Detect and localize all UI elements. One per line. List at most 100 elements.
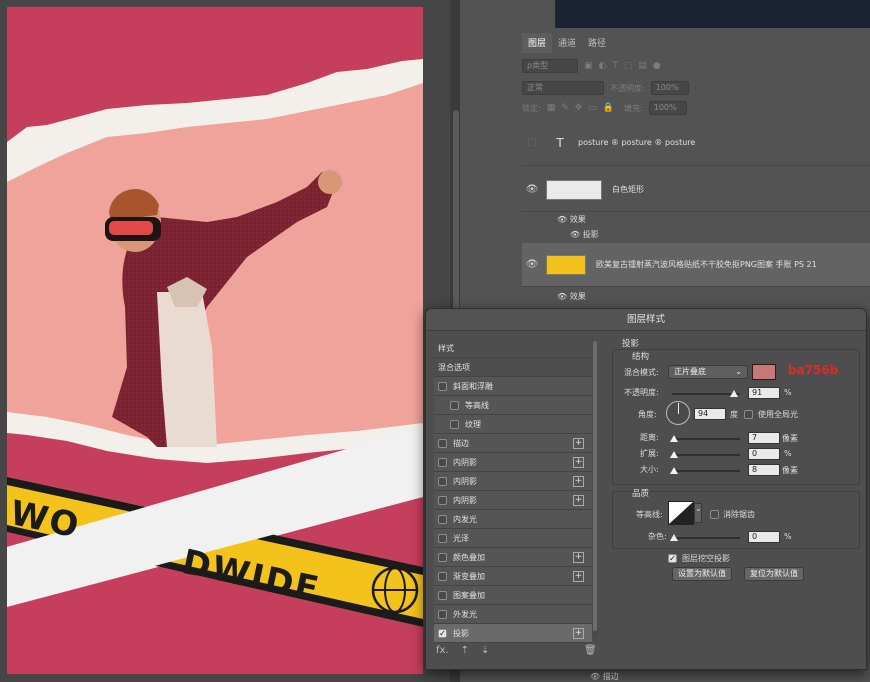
layer-row-text[interactable]: □ T posture ® posture ® posture [522,120,870,166]
style-item[interactable]: 渐变叠加 + [434,567,592,586]
style-checkbox[interactable] [438,609,447,619]
spread-input[interactable]: 0 [748,448,780,460]
add-style-icon[interactable]: + [573,476,584,487]
eye-icon[interactable]: 👁 [522,259,542,270]
style-item[interactable]: 混合选项 [434,358,592,377]
shadow-color-swatch[interactable] [752,364,776,380]
style-checkbox[interactable] [438,571,447,581]
filter-adjust-icon[interactable]: ◐ [599,61,607,71]
style-item[interactable]: 光泽 [434,529,592,548]
layer-opacity-input[interactable]: 100% [650,81,689,95]
style-item[interactable]: 内阴影 + [434,472,592,491]
tab-channels[interactable]: 通道 [552,33,582,53]
reset-default-button[interactable]: 复位为默认值 [744,567,804,581]
style-checkbox[interactable]: ✓ [438,628,447,638]
scrollbar-thumb[interactable] [593,341,597,631]
blend-mode-select[interactable]: 正片叠底 ⌄ [668,365,748,379]
style-item[interactable]: 样式 [434,339,592,358]
spread-slider[interactable] [672,454,740,456]
style-checkbox[interactable] [438,552,447,562]
style-item[interactable]: 内阴影 + [434,453,592,472]
add-style-icon[interactable]: + [573,438,584,449]
layer-fill-input[interactable]: 100% [648,101,687,115]
add-style-icon[interactable]: + [573,552,584,563]
move-down-icon[interactable]: ⇣ [481,645,489,656]
trash-icon[interactable]: 🗑 [584,645,597,656]
eye-icon[interactable]: 👁 [570,230,580,239]
style-item[interactable]: 斜面和浮雕 [434,377,592,396]
opacity-slider-knob[interactable] [729,390,738,397]
lock-all-icon[interactable]: 🔒 [603,103,614,113]
style-checkbox[interactable] [438,590,447,600]
add-style-icon[interactable]: + [573,457,584,468]
distance-slider[interactable] [672,438,740,440]
style-checkbox[interactable] [438,476,447,486]
filter-type-icon[interactable]: T [612,61,618,71]
move-up-icon[interactable]: ⇡ [461,645,469,656]
tab-layers[interactable]: 图层 [522,33,553,53]
lock-transparent-icon[interactable]: ▦ [547,103,556,113]
style-item[interactable]: 纹理 [434,415,592,434]
opacity-input[interactable]: 91 [748,387,780,399]
style-item[interactable]: ✓ 投影 + [434,624,592,643]
lock-move-icon[interactable]: ✥ [575,103,583,113]
filter-toggle-icon[interactable]: ● [653,61,661,71]
style-item[interactable]: 外发光 [434,605,592,624]
noise-input[interactable]: 0 [748,531,780,543]
style-item[interactable]: 描边 + [434,434,592,453]
scrollbar-thumb[interactable] [453,110,459,310]
style-checkbox[interactable] [438,381,447,391]
add-style-icon[interactable]: + [573,571,584,582]
distance-slider-knob[interactable] [670,435,678,442]
filter-smart-icon[interactable]: ▤ [638,61,647,71]
size-input[interactable]: 8 [748,464,780,476]
fx-icon[interactable]: fx. [436,645,449,656]
set-default-button[interactable]: 设置为默认值 [672,567,732,581]
filter-pixel-icon[interactable]: ▣ [584,61,593,71]
lock-brush-icon[interactable]: ✎ [561,103,569,113]
layer-filter-select[interactable]: ρ类型 [522,59,578,73]
style-item[interactable]: 内阴影 + [434,491,592,510]
tab-paths[interactable]: 路径 [582,33,612,53]
style-item[interactable]: 图案叠加 [434,586,592,605]
layer-row-white-rect[interactable]: 👁 白色矩形 [522,168,870,212]
style-checkbox[interactable] [438,533,447,543]
distance-input[interactable]: 7 [748,432,780,444]
eye-icon[interactable]: 👁 [557,215,567,224]
document-canvas[interactable]: WO DWIDE [0,0,450,682]
visibility-toggle-off[interactable]: □ [522,137,542,148]
add-style-icon[interactable]: + [573,628,584,639]
layer-blend-mode-select[interactable]: 正常 [522,81,604,95]
knockout-checkbox[interactable]: ✓ [668,554,677,563]
style-checkbox[interactable] [450,419,459,429]
style-checkbox[interactable] [438,514,447,524]
lock-artboard-icon[interactable]: ▭ [588,103,597,113]
eye-icon[interactable]: 👁 [522,184,542,195]
add-style-icon[interactable]: + [573,495,584,506]
layer-row-sticker[interactable]: 👁 欧美复古镭射蒸汽波风格贴纸不干胶免抠PNG图案 手账 PS 21 [522,243,870,287]
angle-input[interactable]: 94 [694,408,726,420]
contour-dropdown-icon[interactable]: ⌄ [694,503,702,523]
size-slider[interactable] [672,470,740,472]
style-checkbox[interactable] [450,400,459,410]
eye-icon[interactable]: 👁 [557,292,567,301]
style-item[interactable]: 颜色叠加 + [434,548,592,567]
size-slider-knob[interactable] [670,467,678,474]
style-item[interactable]: 内发光 [434,510,592,529]
layer-effect-item[interactable]: 👁 投影 [570,229,599,240]
style-checkbox[interactable] [438,495,447,505]
style-checkbox[interactable] [438,438,447,448]
antialias-checkbox[interactable] [710,510,719,519]
noise-slider[interactable] [672,537,740,539]
filter-shape-icon[interactable]: ⬚ [624,61,633,71]
contour-picker[interactable] [668,501,694,525]
global-light-checkbox[interactable] [744,410,753,419]
spread-slider-knob[interactable] [670,451,678,458]
style-item[interactable]: 等高线 [434,396,592,415]
eye-icon[interactable]: 👁 [590,672,600,681]
layer-effect-stroke[interactable]: 👁 描边 [590,671,619,682]
noise-slider-knob[interactable] [670,534,678,541]
layer-effects-label[interactable]: 👁 效果 [557,291,586,302]
angle-dial[interactable] [666,401,690,425]
layer-effects-label[interactable]: 👁 效果 [557,214,586,225]
